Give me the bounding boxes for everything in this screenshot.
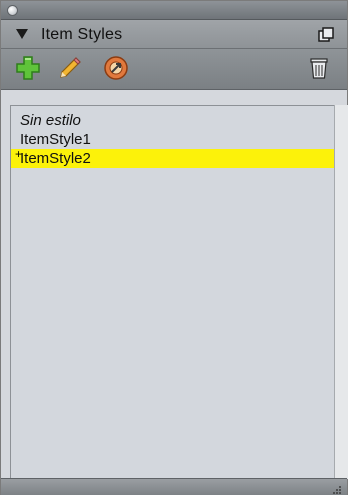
trash-icon[interactable] [306,55,332,81]
style-label: Sin estilo [20,112,81,129]
item-styles-palette: Item Styles Sin estilo ItemStyle1 + Item… [0,0,348,495]
style-toolbar [1,49,347,90]
close-button[interactable] [7,5,18,16]
disclosure-triangle-icon[interactable] [16,29,28,39]
panel-title-row[interactable]: Item Styles [1,20,347,49]
edit-pencil-icon[interactable] [57,55,83,81]
duplicate-style-icon[interactable] [103,55,129,81]
palette-titlebar[interactable] [1,1,347,20]
list-item[interactable]: Sin estilo [11,111,335,130]
list-item-selected[interactable]: + ItemStyle2 [11,147,335,168]
vertical-scrollbar[interactable] [334,105,348,479]
style-label: ItemStyle2 [20,150,91,167]
style-label: ItemStyle1 [20,131,91,148]
list-item[interactable]: ItemStyle1 [11,130,335,149]
style-list[interactable]: Sin estilo ItemStyle1 + ItemStyle2 [10,105,336,479]
panel-title: Item Styles [41,26,123,43]
panel-menu-icon[interactable] [318,27,334,43]
resize-grip-icon[interactable] [331,482,342,494]
add-style-icon[interactable] [15,55,41,81]
palette-footer [1,478,347,495]
